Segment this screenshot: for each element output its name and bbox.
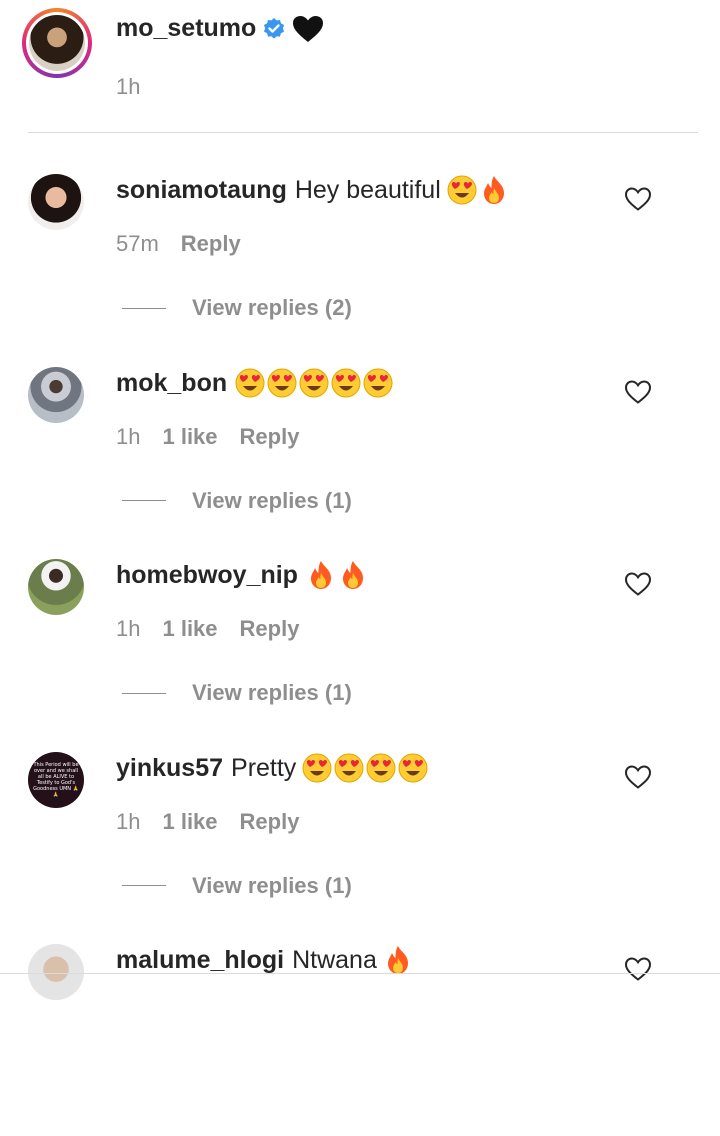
comment-item: homebwoy_nip 1h 1 like Reply View replies (1… <box>0 559 720 751</box>
verified-badge-icon <box>264 17 285 39</box>
heart-eyes-emoji-icon <box>235 368 265 397</box>
comment-time: 1h <box>116 808 141 834</box>
comment-username[interactable]: yinkus57 <box>116 752 223 784</box>
comment-username[interactable]: malume_hlogi <box>116 944 284 976</box>
view-replies-button[interactable]: View replies (1) <box>122 488 352 514</box>
comment-item: soniamotaung Hey beautiful 57m Reply View re… <box>0 174 720 366</box>
black-heart-icon <box>293 15 324 42</box>
reply-button[interactable]: Reply <box>240 616 300 642</box>
fire-emoji-icon <box>310 561 331 589</box>
comment-item: mok_bon 1h 1 like Reply View replies (1) <box>0 366 720 559</box>
comment-text: Pretty <box>231 753 297 782</box>
comment-meta: 57m Reply <box>116 231 263 257</box>
avatar-caption: This Period will be over and we shall al… <box>33 761 79 798</box>
header-divider <box>28 132 698 133</box>
replies-line <box>122 500 166 501</box>
comment-time: 57m <box>116 231 159 256</box>
reply-button[interactable]: Reply <box>240 809 300 835</box>
reply-button[interactable]: Reply <box>181 231 241 257</box>
comment-username[interactable]: homebwoy_nip <box>116 559 298 591</box>
comment-likes[interactable]: 1 like <box>162 809 217 835</box>
post-author-row: mo_setumo <box>116 14 324 43</box>
commenter-avatar[interactable] <box>28 559 84 615</box>
comment-time: 1h <box>116 616 141 641</box>
like-heart-icon[interactable] <box>624 186 652 212</box>
comment-body: yinkus57 Pretty <box>116 752 430 784</box>
view-replies-button[interactable]: View replies (1) <box>122 873 352 899</box>
comment-time: 1h <box>116 423 141 449</box>
fire-emoji-icon <box>387 946 408 974</box>
post-timestamp: 1h <box>116 74 141 99</box>
commenter-avatar[interactable] <box>28 944 84 1000</box>
comment-text: Ntwana <box>292 946 377 974</box>
replies-line <box>122 307 166 309</box>
fire-emoji-icon <box>483 176 504 204</box>
bottom-divider <box>0 973 720 974</box>
post-username[interactable]: mo_setumo <box>116 14 256 43</box>
post-author-avatar[interactable] <box>22 8 92 78</box>
post-header: mo_setumo 1h <box>0 0 720 133</box>
heart-eyes-emoji-icon <box>331 368 361 397</box>
view-replies-label: View replies (1) <box>192 872 352 898</box>
reply-button[interactable]: Reply <box>240 424 300 450</box>
like-heart-icon[interactable] <box>624 764 652 790</box>
comment-username[interactable]: soniamotaung <box>116 174 287 206</box>
comment-username[interactable]: mok_bon <box>116 367 227 399</box>
fire-emoji-icon <box>342 561 363 589</box>
replies-line <box>122 692 166 694</box>
heart-eyes-emoji-icon <box>398 753 428 782</box>
comment-body: malume_hlogi Ntwana <box>116 944 415 976</box>
heart-eyes-emoji-icon <box>299 368 329 397</box>
comment-body: soniamotaung Hey beautiful <box>116 174 511 206</box>
comment-body: homebwoy_nip <box>116 559 370 591</box>
heart-eyes-emoji-icon <box>366 753 396 782</box>
view-replies-label: View replies (2) <box>192 295 352 320</box>
heart-eyes-emoji-icon <box>334 753 364 782</box>
commenter-avatar[interactable] <box>28 174 84 230</box>
heart-eyes-emoji-icon <box>267 368 297 397</box>
comment-item: This Period will be over and we shall al… <box>0 751 720 944</box>
heart-eyes-emoji-icon <box>302 753 332 782</box>
comment-meta: 1h 1 like Reply <box>116 616 321 642</box>
heart-eyes-emoji-icon <box>447 175 477 205</box>
like-heart-icon[interactable] <box>624 571 652 597</box>
comment-likes[interactable]: 1 like <box>162 616 217 642</box>
like-heart-icon[interactable] <box>624 379 652 405</box>
heart-eyes-emoji-icon <box>363 368 393 397</box>
commenter-avatar[interactable] <box>28 366 84 423</box>
like-heart-icon[interactable] <box>624 956 652 982</box>
view-replies-button[interactable]: View replies (2) <box>122 295 352 321</box>
comment-meta: 1h 1 like Reply <box>116 424 321 450</box>
comment-meta: 1h 1 like Reply <box>116 809 321 835</box>
comment-text: Hey beautiful <box>294 176 441 204</box>
commenter-avatar[interactable]: This Period will be over and we shall al… <box>28 751 84 808</box>
view-replies-button[interactable]: View replies (1) <box>122 680 352 706</box>
view-replies-label: View replies (1) <box>192 487 352 513</box>
replies-line <box>122 885 166 886</box>
comment-body: mok_bon <box>116 367 395 399</box>
comment-likes[interactable]: 1 like <box>162 424 217 450</box>
view-replies-label: View replies (1) <box>192 680 352 705</box>
